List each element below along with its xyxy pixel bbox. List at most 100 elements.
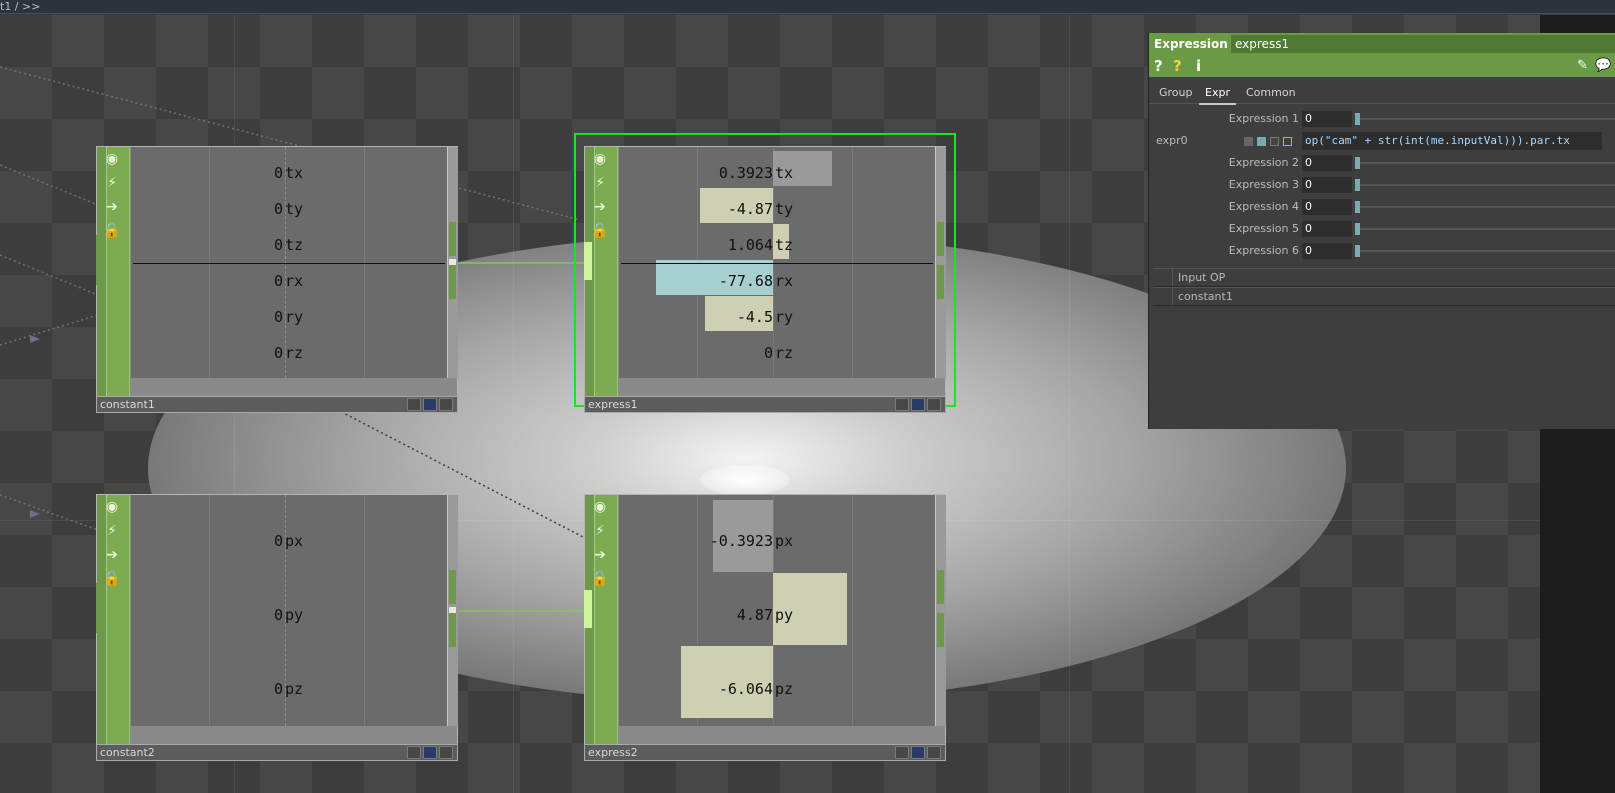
param-expression-2[interactable]: Expression 2 0 [1149,153,1615,173]
param-slider[interactable] [1355,118,1615,120]
input-connector[interactable] [96,235,104,285]
param-value[interactable]: 0 [1302,155,1352,171]
comment-icon[interactable]: 💬 [1595,55,1611,77]
input-connector[interactable] [584,590,592,628]
viewer-toggle-icon[interactable]: ◉ [101,497,123,517]
param-expression-4[interactable]: Expression 4 0 [1149,197,1615,217]
lock-icon[interactable]: 🔓 [101,569,123,589]
param-value[interactable]: 0 [1302,221,1352,237]
node-footer[interactable]: constant2 [96,744,458,761]
slider-handle[interactable] [1355,113,1360,125]
display-flag-icon[interactable]: ➔ [101,545,123,565]
slider-handle[interactable] [1355,179,1360,191]
param-expression-1[interactable]: Expression 1 0 [1149,109,1615,129]
viewer-toggle-icon[interactable]: ◉ [101,149,123,169]
lock-icon[interactable]: 🔓 [101,221,123,241]
input-item-constant1[interactable]: constant1 [1153,287,1615,306]
bypass-icon[interactable]: ⚡ [101,521,123,541]
op-name-field[interactable]: express1 [1231,35,1615,53]
display-flag-icon[interactable]: ➔ [589,545,611,565]
display-flag-icon[interactable] [423,746,437,759]
node-footer[interactable]: constant1 [96,396,458,413]
bypass-icon[interactable]: ⚡ [589,521,611,541]
mode-expression-icon[interactable] [1257,137,1266,146]
mode-export-icon[interactable] [1270,137,1279,146]
tab-group[interactable]: Group [1153,83,1199,103]
export-link-4 [0,314,99,346]
info-icon[interactable]: i [1196,55,1201,77]
panel-icon-bar: ? ? i ✎ 💬 [1149,55,1615,77]
node-viewer[interactable]: -0.3923 px 4.87 py -6.064 pz [619,495,935,726]
param-slider[interactable] [1355,250,1615,252]
bypass-icon[interactable]: ⚡ [589,173,611,193]
node-viewer[interactable]: 0 tx 0 ty 0 tz 0 rx 0 ry 0 rz [131,147,447,378]
input-connector[interactable] [584,242,592,280]
input-connector[interactable] [96,583,104,633]
param-slider[interactable] [1355,184,1615,186]
parameter-panel[interactable]: Expression express1 ? ? i ✎ 💬 Group Expr… [1148,33,1615,429]
slider-handle[interactable] [1355,223,1360,235]
input-checkbox[interactable] [1153,288,1173,305]
output-connector[interactable] [447,495,458,726]
expr0-row[interactable]: expr0 op("cam" + str(int(me.inputVal))).… [1149,131,1615,151]
network-path-bar[interactable]: t1 / >> [0,0,1615,14]
help-icon[interactable]: ? [1154,55,1163,77]
node-name[interactable]: express2 [588,745,638,760]
param-slider[interactable] [1355,206,1615,208]
param-value[interactable]: 0 [1302,177,1352,193]
output-connector[interactable] [935,147,946,378]
param-slider[interactable] [1355,228,1615,230]
param-expression-6[interactable]: Expression 6 0 [1149,241,1615,261]
cook-flag-icon[interactable] [439,746,453,759]
slider-handle[interactable] [1355,201,1360,213]
node-name[interactable]: express1 [588,397,638,412]
viewer-flag-icon[interactable] [895,746,909,759]
viewer-toggle-icon[interactable]: ◉ [589,497,611,517]
display-flag-icon[interactable]: ➔ [589,197,611,217]
display-flag-icon[interactable] [423,398,437,411]
cook-flag-icon[interactable] [439,398,453,411]
display-flag-icon[interactable] [911,746,925,759]
channel-row: 0 rx [273,272,304,290]
slider-handle[interactable] [1355,245,1360,257]
display-flag-icon[interactable] [911,398,925,411]
slider-handle[interactable] [1355,157,1360,169]
expression-code-field[interactable]: op("cam" + str(int(me.inputVal))).par.tx [1302,132,1602,150]
viewer-toggle-icon[interactable]: ◉ [589,149,611,169]
node-frame: ◉ ⚡ ➔ 🔓 -0.3923 px 4.87 py -6.064 pz [584,494,946,745]
param-slider[interactable] [1355,162,1615,164]
node-viewer[interactable]: 0.3923 tx -4.87 ty 1.064 tz -77.68 rx -4… [619,147,935,378]
viewer-flag-icon[interactable] [895,398,909,411]
node-viewer[interactable]: 0 px 0 py 0 pz [131,495,447,726]
param-expression-5[interactable]: Expression 5 0 [1149,219,1615,239]
viewer-flag-icon[interactable] [407,398,421,411]
node-footer[interactable]: express1 [584,396,946,413]
param-value[interactable]: 0 [1302,111,1352,127]
network-editor[interactable]: ◉ ⚡ ➔ 🔓 0 tx 0 ty 0 tz 0 rx 0 ry 0 rz co… [0,15,1615,793]
lock-icon[interactable]: 🔓 [589,569,611,589]
output-connector[interactable] [447,147,458,378]
edit-pencil-icon[interactable]: ✎ [1577,55,1588,77]
node-name[interactable]: constant2 [100,745,155,760]
param-expression-3[interactable]: Expression 3 0 [1149,175,1615,195]
bypass-icon[interactable]: ⚡ [101,173,123,193]
channel-row: 0 pz [273,680,304,698]
cook-flag-icon[interactable] [927,398,941,411]
viewer-flag-icon[interactable] [407,746,421,759]
export-link-3 [0,254,99,296]
network-path[interactable]: t1 / >> [0,0,40,13]
output-connector[interactable] [935,495,946,726]
node-footer[interactable]: express2 [584,744,946,761]
mode-bind-icon[interactable] [1283,137,1292,146]
tab-common[interactable]: Common [1240,83,1302,103]
cook-flag-icon[interactable] [927,746,941,759]
param-value[interactable]: 0 [1302,199,1352,215]
param-value[interactable]: 0 [1302,243,1352,259]
channel-row: 0 rz [763,344,794,362]
node-name[interactable]: constant1 [100,397,155,412]
mode-constant-icon[interactable] [1244,137,1253,146]
display-flag-icon[interactable]: ➔ [101,197,123,217]
python-help-icon[interactable]: ? [1173,55,1182,77]
tab-expr[interactable]: Expr [1199,83,1236,105]
lock-icon[interactable]: 🔓 [589,221,611,241]
